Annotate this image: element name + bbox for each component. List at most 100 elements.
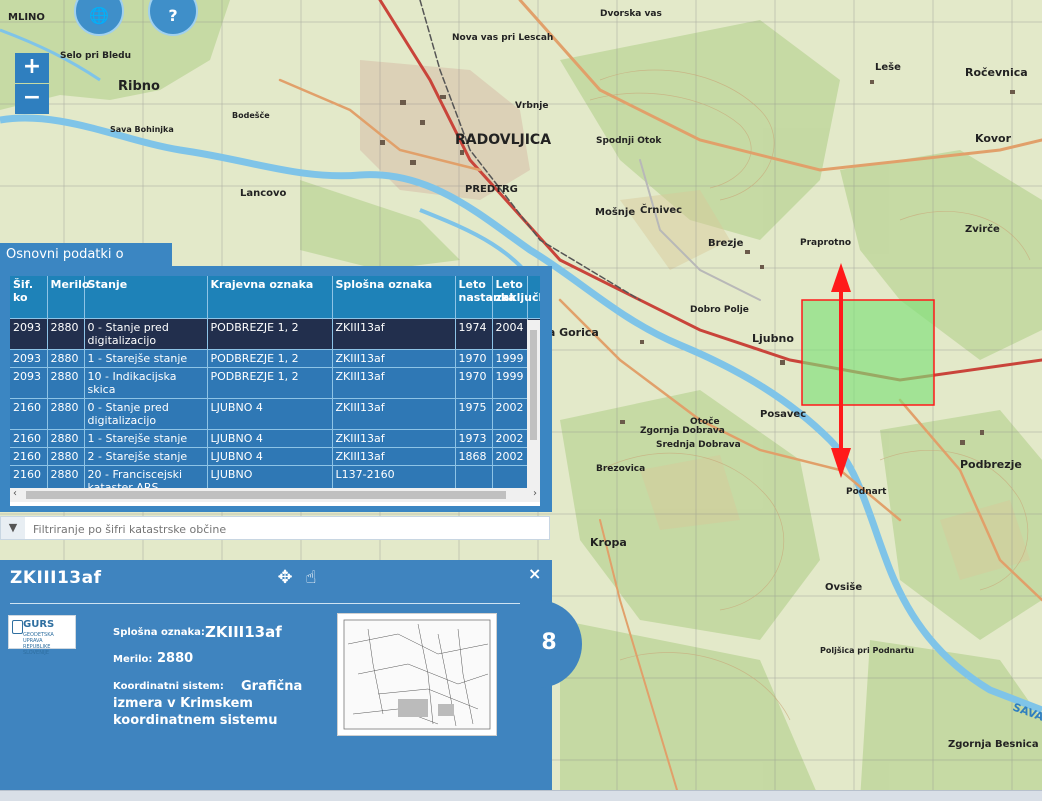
cell-sif: 2160: [10, 447, 48, 466]
filter-bar: ▼: [0, 516, 550, 540]
map-place-label: Dvorska vas: [600, 9, 662, 19]
cell-zakljucek: 2004: [492, 318, 528, 350]
cell-stanje: 2 - Starejše stanje: [84, 447, 208, 466]
map-place-label: Srednja Dobrava: [656, 440, 741, 450]
table-row[interactable]: 2093 2880 10 - Indikacijska skica PODBREZJE…: [10, 367, 540, 399]
cell-zakljucek: 1999: [492, 367, 528, 399]
merilo-label: Merilo:: [113, 654, 153, 665]
map-place-label: Mošnje: [595, 206, 635, 218]
map-place-label: RADOVLJICA: [455, 132, 551, 148]
filter-input[interactable]: [31, 520, 535, 538]
cell-zakljucek: 2002: [492, 429, 528, 448]
cell-nastanek: 1975: [455, 398, 493, 430]
cell-sif: 2160: [10, 429, 48, 448]
cell-merilo: 2880: [47, 349, 85, 368]
map-place-label: Sava Bohinjka: [110, 125, 174, 134]
cell-merilo: 2880: [47, 318, 85, 350]
table-row[interactable]: 2093 2880 0 - Stanje pred digitalizacijo PO…: [10, 318, 540, 350]
cell-splosna: ZKIII13af: [332, 447, 456, 466]
divider: [10, 603, 542, 604]
cell-zakljucek: 2002: [492, 447, 528, 466]
highlight-region: [801, 299, 935, 406]
table-header: Šif. ko Merilo Stanje Krajevna oznaka Sp…: [10, 276, 540, 319]
map-place-label: Podbrezje: [960, 458, 1022, 471]
panel-title: Osnovni podatki o načrtih: [0, 243, 172, 286]
col-merilo[interactable]: Merilo: [47, 276, 89, 319]
cell-nastanek: 1974: [455, 318, 493, 350]
cell-krajevna: LJUBNO 4: [207, 447, 333, 466]
map-place-label: Brezje: [708, 238, 744, 249]
cell-krajevna: PODBREZJE 1, 2: [207, 367, 333, 399]
map-place-label: Lancovo: [240, 188, 287, 199]
splosna-label: Splošna oznaka:: [113, 627, 205, 638]
map-place-label: Zgornja Besnica: [948, 739, 1039, 750]
cell-splosna: ZKIII13af: [332, 429, 456, 448]
cell-stanje: 1 - Starejše stanje: [84, 349, 208, 368]
hand-pointer-icon[interactable]: ☝: [301, 568, 321, 588]
cell-merilo: 2880: [47, 398, 85, 430]
map-place-label: Brezovica: [596, 464, 645, 474]
map-place-label: PREDTRG: [465, 184, 518, 195]
data-panel: Šif. ko Merilo Stanje Krajevna oznaka Sp…: [0, 266, 552, 512]
close-button[interactable]: ×: [528, 564, 541, 583]
cell-nastanek: 1970: [455, 367, 493, 399]
map-place-label: Praprotno: [800, 238, 851, 248]
cell-splosna: ZKIII13af: [332, 367, 456, 399]
map-place-label: Podnart: [846, 487, 887, 497]
detail-title: ZKIII13af: [10, 568, 102, 588]
cell-nastanek: 1973: [455, 429, 493, 448]
zoom-out-button[interactable]: −: [15, 84, 49, 114]
vertical-scrollbar[interactable]: [527, 320, 540, 488]
globe-icon: 🌐: [89, 6, 109, 25]
map-place-label: Dobro Polje: [690, 305, 749, 315]
map-place-label: Spodnji Otok: [596, 136, 662, 146]
horizontal-scrollbar[interactable]: ‹ ›: [10, 488, 540, 502]
table-row[interactable]: 2160 2880 1 - Starejše stanje LJUBNO 4 ZKIII…: [10, 429, 540, 448]
cell-krajevna: PODBREZJE 1, 2: [207, 349, 333, 368]
filter-icon: ▼: [1, 517, 25, 539]
cell-splosna: ZKIII13af: [332, 318, 456, 350]
crosshair-icon[interactable]: ✥: [275, 568, 295, 588]
map-place-label: Zgornja Dobrava: [640, 426, 725, 436]
table-row[interactable]: 2093 2880 1 - Starejše stanje PODBREZJE 1, …: [10, 349, 540, 368]
cell-stanje: 1 - Starejše stanje: [84, 429, 208, 448]
koord-value: Grafična izmera v Krimskem koordinatnem …: [113, 679, 303, 728]
cell-sif: 2093: [10, 367, 48, 399]
map-place-label: Črnivec: [640, 203, 682, 216]
map-place-label: Vrbnje: [515, 101, 548, 111]
map-place-label: Kovor: [975, 132, 1012, 145]
plan-thumbnail[interactable]: [337, 613, 497, 736]
cell-stanje: 0 - Stanje pred digitalizacijo: [84, 318, 208, 350]
col-krajevna-oznaka[interactable]: Krajevna oznaka: [207, 276, 333, 319]
cell-merilo: 2880: [47, 429, 85, 448]
map-place-label: Ljubno: [752, 332, 794, 345]
cell-merilo: 2880: [47, 447, 85, 466]
help-icon: ?: [168, 6, 178, 25]
map-place-label: Zvirče: [965, 223, 1000, 235]
col-leto-zakljucka[interactable]: Leto zaključka: [492, 276, 540, 319]
map-place-label: Ribno: [118, 79, 160, 94]
merilo-value: 2880: [157, 651, 194, 666]
map-place-label: MLINO: [8, 12, 45, 23]
gurs-logo: GURS GEODETSKA UPRAVA REPUBLIKE SLOVENIJ…: [8, 615, 76, 656]
map-place-label: Selo pri Bledu: [60, 51, 131, 61]
map-place-label: Leše: [875, 61, 901, 73]
map-place-label: Nova vas pri Lescah: [452, 33, 553, 43]
cell-stanje: 10 - Indikacijska skica: [84, 367, 208, 399]
map-place-label: Bodešče: [232, 110, 270, 120]
cell-krajevna: LJUBNO 4: [207, 429, 333, 448]
table-row[interactable]: 2160 2880 0 - Stanje pred digitalizacijo LJ…: [10, 398, 540, 430]
col-sif-ko[interactable]: Šif. ko: [10, 276, 48, 319]
col-leto-nastanka[interactable]: Leto nastanka: [455, 276, 516, 319]
col-stanje[interactable]: Stanje: [84, 276, 208, 319]
cell-stanje: 0 - Stanje pred digitalizacijo: [84, 398, 208, 430]
map-place-label: Ovsiše: [825, 581, 862, 593]
table-row[interactable]: 2160 2880 2 - Starejše stanje LJUBNO 4 ZKIII…: [10, 447, 540, 466]
cell-zakljucek: 2002: [492, 398, 528, 430]
zoom-in-button[interactable]: +: [15, 53, 49, 83]
plans-table: Šif. ko Merilo Stanje Krajevna oznaka Sp…: [10, 276, 540, 506]
col-splosna-oznaka[interactable]: Splošna oznaka: [332, 276, 456, 319]
cell-sif: 2093: [10, 318, 48, 350]
cell-krajevna: LJUBNO 4: [207, 398, 333, 430]
map-place-label: Poljšica pri Podnartu: [820, 645, 914, 655]
